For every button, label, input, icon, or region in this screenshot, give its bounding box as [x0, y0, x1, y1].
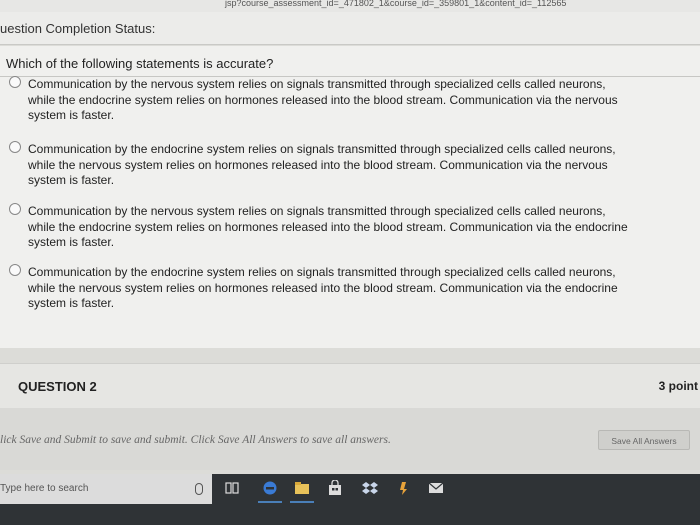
- microphone-icon[interactable]: [195, 483, 203, 495]
- submit-instructions: lick Save and Submit to save and submit.…: [0, 434, 391, 446]
- question-2-points: 3 point: [658, 379, 698, 393]
- status-label: uestion Completion Status:: [0, 21, 156, 36]
- radio-button[interactable]: [9, 141, 21, 153]
- question-2-title: QUESTION 2: [18, 379, 97, 394]
- dropbox-icon[interactable]: [362, 480, 378, 496]
- radio-button[interactable]: [9, 264, 21, 276]
- file-explorer-icon[interactable]: [294, 480, 310, 496]
- active-app-indicator: [258, 501, 282, 503]
- answer-option-text: Communication by the nervous system reli…: [28, 77, 618, 122]
- radio-button[interactable]: [9, 76, 21, 88]
- question-completion-status: uestion Completion Status:: [0, 12, 700, 45]
- answer-option-text: Communication by the nervous system reli…: [28, 204, 628, 249]
- url-text: jsp?course_assessment_id=_471802_1&cours…: [225, 0, 567, 8]
- browser-address-bar[interactable]: jsp?course_assessment_id=_471802_1&cours…: [0, 0, 700, 12]
- windows-taskbar: Type here to search: [0, 474, 700, 525]
- save-all-answers-button[interactable]: Save All Answers: [598, 430, 690, 450]
- submit-area: lick Save and Submit to save and submit.…: [0, 408, 700, 470]
- active-app-indicator: [290, 501, 314, 503]
- answer-option-text: Communication by the endocrine system re…: [28, 142, 616, 187]
- amazon-icon[interactable]: [396, 480, 412, 496]
- search-placeholder: Type here to search: [0, 483, 89, 494]
- question-1-panel: Which of the following statements is acc…: [0, 46, 700, 348]
- store-icon[interactable]: [327, 480, 343, 496]
- edge-icon[interactable]: [262, 480, 278, 496]
- answer-option-text: Communication by the endocrine system re…: [28, 265, 618, 310]
- mail-icon[interactable]: [428, 480, 444, 496]
- taskbar-search-box[interactable]: Type here to search: [0, 474, 212, 504]
- radio-button[interactable]: [9, 203, 21, 215]
- question-2-header: QUESTION 2 3 point: [0, 363, 700, 409]
- task-view-icon[interactable]: [224, 480, 240, 496]
- question-1-prompt: Which of the following statements is acc…: [6, 56, 274, 71]
